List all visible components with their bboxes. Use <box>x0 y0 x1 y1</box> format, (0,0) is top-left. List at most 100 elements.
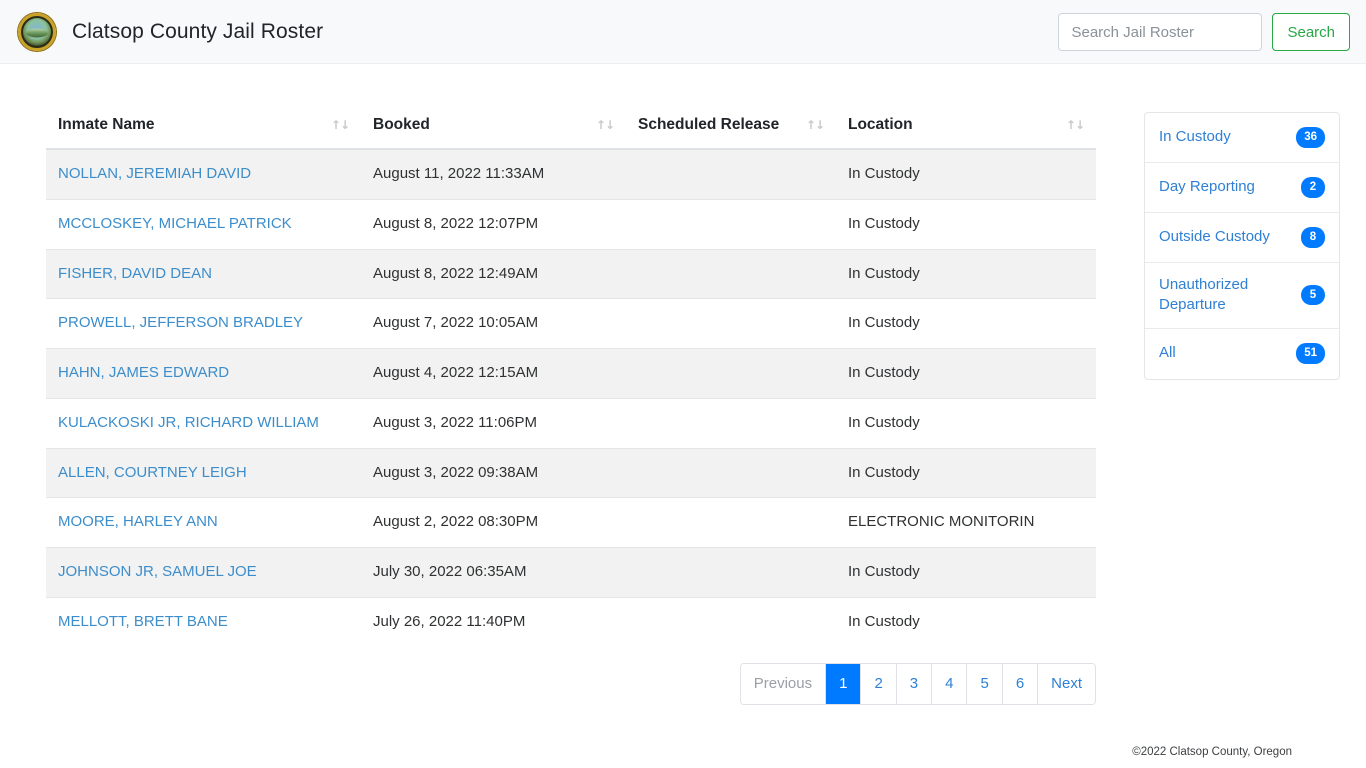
column-header-scheduled-release[interactable]: Scheduled Release ↑↓ <box>626 104 836 150</box>
table-row: MELLOTT, BRETT BANE July 26, 2022 11:40P… <box>46 596 1096 647</box>
inmate-link[interactable]: KULACKOSKI JR, RICHARD WILLIAM <box>58 414 319 431</box>
cell-scheduled-release <box>626 148 836 200</box>
cell-inmate-name: NOLLAN, JEREMIAH DAVID <box>46 148 361 200</box>
table-header-row: Inmate Name ↑↓ Booked ↑↓ Scheduled Relea… <box>46 104 1096 150</box>
column-label: Scheduled Release <box>638 116 780 133</box>
cell-booked: August 8, 2022 12:49AM <box>361 248 626 299</box>
filter-label: In Custody <box>1159 128 1231 146</box>
inmate-link[interactable]: PROWELL, JEFFERSON BRADLEY <box>58 314 303 331</box>
pagination-page-4[interactable]: 4 <box>932 663 968 704</box>
footer-copyright: ©2022 Clatsop County, Oregon <box>1132 746 1292 758</box>
cell-location: In Custody <box>836 397 1096 448</box>
cell-booked: August 7, 2022 10:05AM <box>361 298 626 349</box>
cell-location: In Custody <box>836 248 1096 299</box>
table-row: PROWELL, JEFFERSON BRADLEY August 7, 202… <box>46 298 1096 349</box>
search-button[interactable]: Search <box>1272 13 1350 51</box>
sort-arrows-icon[interactable]: ↑↓ <box>1066 119 1085 131</box>
table-row: HAHN, JAMES EDWARD August 4, 2022 12:15A… <box>46 348 1096 399</box>
jail-roster-table: Inmate Name ↑↓ Booked ↑↓ Scheduled Relea… <box>46 104 1096 647</box>
table-row: MCCLOSKEY, MICHAEL PATRICK August 8, 202… <box>46 198 1096 249</box>
filter-label: Day Reporting <box>1159 178 1255 196</box>
cell-scheduled-release <box>626 348 836 399</box>
inmate-link[interactable]: JOHNSON JR, SAMUEL JOE <box>58 563 257 580</box>
pagination-page-6[interactable]: 6 <box>1002 663 1039 704</box>
cell-scheduled-release <box>626 198 836 249</box>
cell-inmate-name: MCCLOSKEY, MICHAEL PATRICK <box>46 198 361 249</box>
inmate-link[interactable]: MCCLOSKEY, MICHAEL PATRICK <box>58 215 292 232</box>
cell-location: In Custody <box>836 298 1096 349</box>
cell-scheduled-release <box>626 497 836 548</box>
cell-scheduled-release <box>626 298 836 349</box>
page-title: Clatsop County Jail Roster <box>72 19 324 43</box>
inmate-link[interactable]: ALLEN, COURTNEY LEIGH <box>58 464 247 481</box>
inmate-link[interactable]: FISHER, DAVID DEAN <box>58 265 212 282</box>
filter-item-unauthorized-departure[interactable]: Unauthorized Departure 5 <box>1145 263 1339 329</box>
cell-inmate-name: FISHER, DAVID DEAN <box>46 248 361 299</box>
filter-item-in-custody[interactable]: In Custody 36 <box>1145 113 1339 163</box>
column-header-location[interactable]: Location ↑↓ <box>836 104 1096 150</box>
inmate-link[interactable]: HAHN, JAMES EDWARD <box>58 364 229 381</box>
cell-inmate-name: HAHN, JAMES EDWARD <box>46 348 361 399</box>
cell-booked: July 30, 2022 06:35AM <box>361 547 626 598</box>
cell-location: In Custody <box>836 198 1096 249</box>
table-row: KULACKOSKI JR, RICHARD WILLIAM August 3,… <box>46 397 1096 448</box>
filter-label: Unauthorized Departure <box>1159 276 1249 314</box>
cell-scheduled-release <box>626 547 836 598</box>
filter-item-all[interactable]: All 51 <box>1145 329 1339 379</box>
cell-booked: August 8, 2022 12:07PM <box>361 198 626 249</box>
pagination-page-1[interactable]: 1 <box>826 663 862 704</box>
pagination-page-3[interactable]: 3 <box>896 663 933 704</box>
cell-scheduled-release <box>626 447 836 498</box>
cell-inmate-name: ALLEN, COURTNEY LEIGH <box>46 447 361 498</box>
table-row: JOHNSON JR, SAMUEL JOE July 30, 2022 06:… <box>46 547 1096 598</box>
cell-scheduled-release <box>626 397 836 448</box>
filter-item-day-reporting[interactable]: Day Reporting 2 <box>1145 163 1339 213</box>
cell-location: In Custody <box>836 148 1096 200</box>
pagination-next[interactable]: Next <box>1038 663 1095 704</box>
filter-count-badge: 36 <box>1296 127 1325 148</box>
roster-column: Inmate Name ↑↓ Booked ↑↓ Scheduled Relea… <box>46 104 1096 705</box>
filter-item-outside-custody[interactable]: Outside Custody 8 <box>1145 213 1339 263</box>
column-label: Location <box>848 116 913 133</box>
filter-card: In Custody 36 Day Reporting 2 Outside Cu… <box>1144 112 1340 380</box>
column-header-inmate-name[interactable]: Inmate Name ↑↓ <box>46 104 361 150</box>
table-row: ALLEN, COURTNEY LEIGH August 3, 2022 09:… <box>46 447 1096 498</box>
cell-location: In Custody <box>836 547 1096 598</box>
table-row: NOLLAN, JEREMIAH DAVID August 11, 2022 1… <box>46 148 1096 200</box>
table-row: FISHER, DAVID DEAN August 8, 2022 12:49A… <box>46 248 1096 299</box>
column-label: Inmate Name <box>58 116 155 133</box>
county-seal-icon <box>18 12 56 51</box>
cell-location: In Custody <box>836 447 1096 498</box>
sort-arrows-icon[interactable]: ↑↓ <box>331 119 350 131</box>
cell-booked: August 11, 2022 11:33AM <box>361 148 626 200</box>
inmate-link[interactable]: NOLLAN, JEREMIAH DAVID <box>58 165 251 182</box>
pagination-page-5[interactable]: 5 <box>967 663 1003 704</box>
inmate-link[interactable]: MELLOTT, BRETT BANE <box>58 613 228 630</box>
cell-booked: August 3, 2022 09:38AM <box>361 447 626 498</box>
pagination: Previous 1 2 3 4 5 6 Next <box>739 662 1096 705</box>
sort-arrows-icon[interactable]: ↑↓ <box>596 119 615 131</box>
cell-booked: July 26, 2022 11:40PM <box>361 596 626 647</box>
column-header-booked[interactable]: Booked ↑↓ <box>361 104 626 150</box>
pagination-previous[interactable]: Previous <box>740 663 827 704</box>
filter-count-badge: 8 <box>1301 227 1325 248</box>
table-head: Inmate Name ↑↓ Booked ↑↓ Scheduled Relea… <box>46 104 1096 150</box>
cell-location: In Custody <box>836 596 1096 647</box>
cell-inmate-name: MELLOTT, BRETT BANE <box>46 596 361 647</box>
pagination-page-2[interactable]: 2 <box>861 663 897 704</box>
cell-inmate-name: MOORE, HARLEY ANN <box>46 497 361 548</box>
cell-location: ELECTRONIC MONITORIN <box>836 497 1096 548</box>
sort-arrows-icon[interactable]: ↑↓ <box>806 119 825 131</box>
inmate-link[interactable]: MOORE, HARLEY ANN <box>58 513 218 530</box>
cell-booked: August 3, 2022 11:06PM <box>361 397 626 448</box>
cell-booked: August 4, 2022 12:15AM <box>361 348 626 399</box>
table-body: NOLLAN, JEREMIAH DAVID August 11, 2022 1… <box>46 148 1096 647</box>
search-input[interactable] <box>1058 13 1263 51</box>
pagination-wrapper: Previous 1 2 3 4 5 6 Next <box>46 647 1096 705</box>
content-container: Inmate Name ↑↓ Booked ↑↓ Scheduled Relea… <box>46 104 1340 705</box>
filter-label: Outside Custody <box>1159 228 1270 246</box>
brand: Clatsop County Jail Roster <box>18 12 324 51</box>
filter-count-badge: 2 <box>1301 177 1325 198</box>
filter-count-badge: 5 <box>1301 285 1325 306</box>
column-label: Booked <box>373 116 430 133</box>
